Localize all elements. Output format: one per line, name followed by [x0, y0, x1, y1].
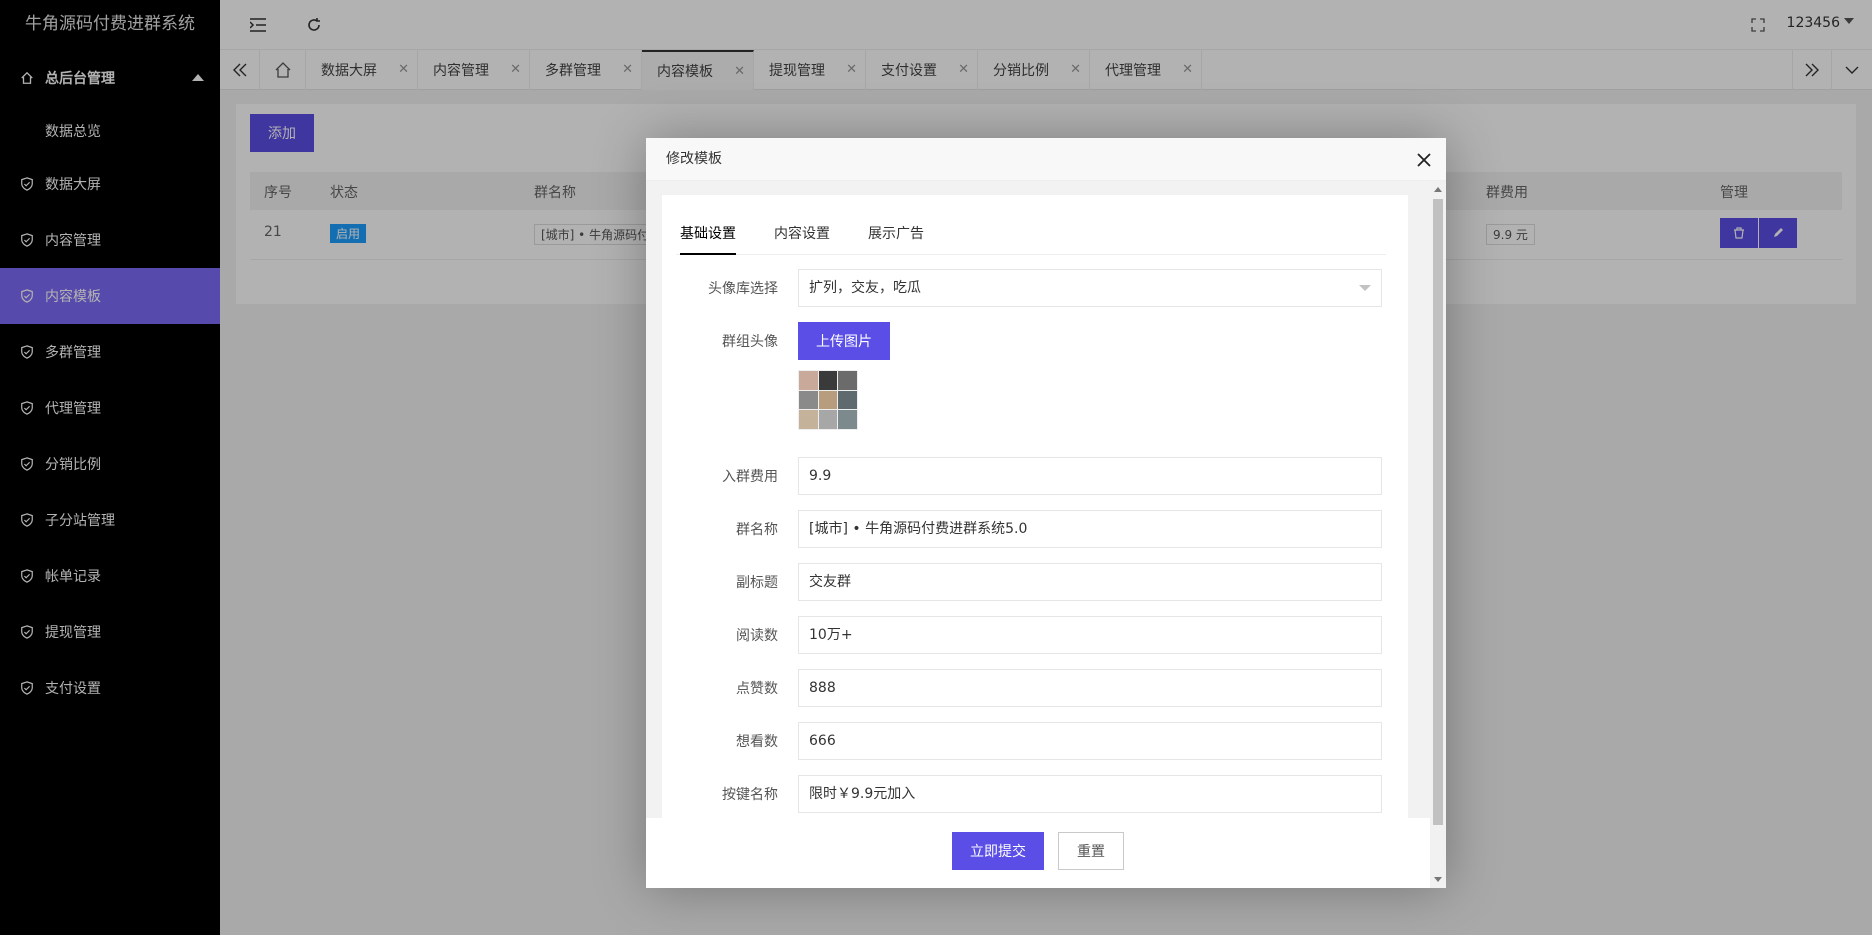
tab-content-settings[interactable]: 内容设置 [774, 223, 830, 243]
wants-input[interactable]: 666 [798, 722, 1382, 760]
dialog-body: 基础设置 内容设置 展示广告 头像库选择 扩列，交友，吃瓜 群组头像 上传图片 [646, 181, 1446, 818]
tab-basic-settings[interactable]: 基础设置 [680, 223, 736, 255]
field-group-avatar: 群组头像 上传图片 [662, 322, 1408, 432]
field-label: 头像库选择 [708, 281, 778, 297]
field-likes: 点赞数 888 [662, 669, 1408, 707]
reset-button[interactable]: 重置 [1058, 832, 1124, 870]
subtitle-input[interactable]: 交友群 [798, 563, 1382, 601]
dialog-scrollbar[interactable] [1430, 181, 1446, 888]
join-fee-input[interactable]: 9.9 [798, 457, 1382, 495]
field-subtitle: 副标题 交友群 [662, 563, 1408, 601]
field-label: 阅读数 [736, 628, 778, 644]
field-label: 想看数 [736, 734, 778, 750]
field-label: 副标题 [736, 575, 778, 591]
field-label: 群名称 [736, 522, 778, 538]
scroll-up-icon [1434, 187, 1442, 192]
button-name-input[interactable]: 限时￥9.9元加入 [798, 775, 1382, 813]
tab-display-ads[interactable]: 展示广告 [868, 223, 924, 243]
dialog-header: 修改模板 [646, 138, 1446, 181]
likes-input[interactable]: 888 [798, 669, 1382, 707]
field-label: 点赞数 [736, 681, 778, 697]
field-button-name: 按键名称 限时￥9.9元加入 [662, 775, 1408, 813]
scroll-down-icon [1434, 877, 1442, 882]
reads-input[interactable]: 10万+ [798, 616, 1382, 654]
upload-image-button[interactable]: 上传图片 [798, 322, 890, 360]
field-label: 入群费用 [722, 469, 778, 485]
form-tabs: 基础设置 内容设置 展示广告 [676, 213, 1386, 255]
edit-template-dialog: 修改模板 基础设置 内容设置 展示广告 头像库选择 扩列，交友，吃瓜 群组头像 … [646, 138, 1446, 888]
dialog-footer: 立即提交 重置 [646, 818, 1430, 888]
select-value: 扩列，交友，吃瓜 [809, 280, 921, 296]
group-avatar-thumbnail [798, 370, 858, 430]
submit-button[interactable]: 立即提交 [952, 832, 1044, 870]
group-name-input[interactable]: [城市] • 牛角源码付费进群系统5.0 [798, 510, 1382, 548]
field-reads: 阅读数 10万+ [662, 616, 1408, 654]
scrollbar-thumb[interactable] [1433, 199, 1443, 825]
dialog-title: 修改模板 [666, 151, 722, 167]
field-join-fee: 入群费用 9.9 [662, 457, 1408, 495]
close-icon[interactable] [1416, 152, 1432, 168]
avatar-library-select[interactable]: 扩列，交友，吃瓜 [798, 269, 1382, 307]
form-panel: 基础设置 内容设置 展示广告 头像库选择 扩列，交友，吃瓜 群组头像 上传图片 [662, 195, 1408, 818]
field-label: 群组头像 [722, 334, 778, 350]
field-label: 按键名称 [722, 787, 778, 803]
field-avatar-library: 头像库选择 扩列，交友，吃瓜 [662, 269, 1408, 307]
dropdown-arrow-icon [1359, 285, 1371, 291]
field-wants: 想看数 666 [662, 722, 1408, 760]
field-group-name: 群名称 [城市] • 牛角源码付费进群系统5.0 [662, 510, 1408, 548]
